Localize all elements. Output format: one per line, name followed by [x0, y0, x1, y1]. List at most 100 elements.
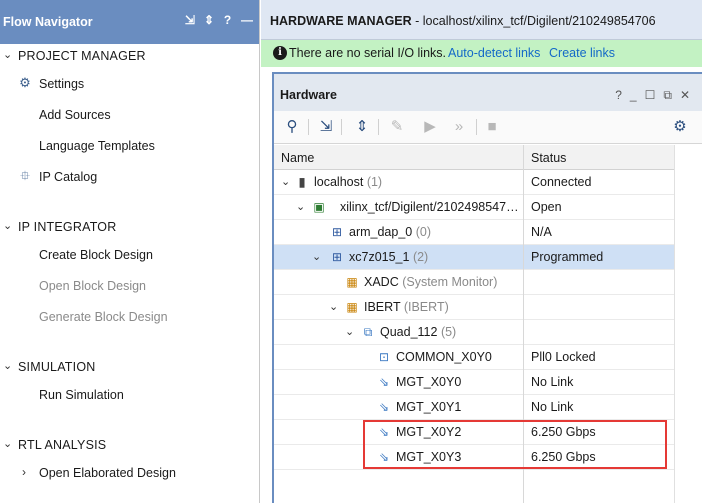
section-label: PROJECT MANAGER: [18, 49, 146, 63]
nav-item-language-templates[interactable]: Language Templates: [0, 136, 258, 156]
row-name-text: xc7z015_1: [349, 250, 410, 264]
tree-row-mgt-x0y3[interactable]: ⇘ MGT_X0Y3 6.250 Gbps: [274, 445, 674, 470]
row-name: localhost (1): [314, 175, 382, 189]
chevron-down-icon[interactable]: ⌄: [3, 437, 12, 450]
ip-catalog-icon: ⯐: [20, 168, 30, 183]
nav-item-create-block-design[interactable]: Create Block Design: [0, 245, 258, 265]
vertical-scrollbar[interactable]: [674, 145, 702, 503]
toolbar-separator: [341, 119, 342, 135]
flow-navigator-title: Flow Navigator: [3, 15, 93, 29]
tree-row-mgt-x0y2[interactable]: ⇘ MGT_X0Y2 6.250 Gbps: [274, 420, 674, 445]
gear-icon[interactable]: ⚙: [670, 117, 690, 137]
section-label: RTL ANALYSIS: [18, 438, 107, 452]
tree-row-target[interactable]: ⌄ ▣ xilinx_tcf/Digilent/2102498547… Open: [274, 195, 674, 220]
chevron-down-icon[interactable]: ⌄: [3, 219, 12, 232]
nav-item-open-elaborated-design[interactable]: › Open Elaborated Design: [0, 463, 258, 483]
table-header: Name Status: [274, 145, 702, 170]
flow-navigator-tools: ⇲ ⇕ ? —: [185, 13, 253, 27]
chevron-down-icon[interactable]: ⌄: [296, 200, 305, 213]
expand-all-icon[interactable]: ⇕: [352, 117, 372, 137]
tree-row-mgt-x0y0[interactable]: ⇘ MGT_X0Y0 No Link: [274, 370, 674, 395]
row-name-text: arm_dap_0: [349, 225, 413, 239]
chevron-down-icon[interactable]: ⌄: [3, 359, 12, 372]
row-name: xilinx_tcf/Digilent/2102498547…: [340, 200, 519, 214]
help-icon[interactable]: ?: [615, 88, 622, 103]
row-name-text: xilinx_tcf/Digilent/2102498547…: [340, 200, 519, 214]
nav-item-run-simulation[interactable]: Run Simulation: [0, 385, 258, 405]
mgt-icon: ⇘: [378, 425, 390, 439]
flow-navigator-header: Flow Navigator ⇲ ⇕ ? —: [0, 0, 259, 44]
row-status: 6.250 Gbps: [531, 425, 596, 439]
row-name-text: XADC: [364, 275, 399, 289]
quad-icon: ⧉: [363, 325, 373, 339]
row-name: MGT_X0Y2: [396, 425, 461, 439]
nav-item-generate-block-design: Generate Block Design: [0, 307, 258, 327]
minimize-icon[interactable]: —: [241, 13, 253, 27]
toolbar-separator: [378, 119, 379, 135]
nav-item-add-sources[interactable]: Add Sources: [0, 105, 258, 125]
chevron-down-icon[interactable]: ⌄: [345, 325, 354, 338]
section-simulation[interactable]: ⌄ SIMULATION: [0, 357, 258, 377]
close-icon[interactable]: ✕: [680, 88, 690, 103]
section-rtl-analysis[interactable]: ⌄ RTL ANALYSIS: [0, 435, 258, 455]
row-name-text: Quad_112: [380, 325, 438, 339]
hardware-panel-header: Hardware ? _ ☐ ⧉ ✕: [274, 74, 702, 111]
help-icon[interactable]: ?: [223, 13, 232, 27]
section-project-manager[interactable]: ⌄ PROJECT MANAGER: [0, 46, 258, 66]
nav-item-label: Open Elaborated Design: [39, 466, 176, 480]
minimize-icon[interactable]: _: [630, 88, 637, 103]
row-name-suffix: (5): [437, 325, 457, 339]
nav-item-open-block-design: Open Block Design: [0, 276, 258, 296]
program-device-icon: ✎: [390, 118, 404, 135]
row-name-text: MGT_X0Y2: [396, 425, 462, 439]
hardware-toolbar: ⚲ ⇲ ⇕ ✎ ▶ » ■ ⚙: [274, 111, 702, 144]
maximize-icon[interactable]: ☐: [645, 88, 656, 103]
chip-icon: ⊞: [331, 250, 343, 264]
row-name: Quad_112 (5): [380, 325, 456, 339]
chevron-down-icon[interactable]: ⌄: [329, 300, 338, 313]
tree-row-xadc[interactable]: ▦ XADC (System Monitor): [274, 270, 674, 295]
create-links-link[interactable]: Create links: [549, 46, 615, 60]
row-name-suffix: (System Monitor): [398, 275, 498, 289]
row-name: COMMON_X0Y0: [396, 350, 492, 364]
row-name: MGT_X0Y3: [396, 450, 461, 464]
hardware-panel: Hardware ? _ ☐ ⧉ ✕ ⚲ ⇲ ⇕ ✎ ▶ » ■ ⚙ Name: [272, 72, 702, 503]
row-name: IBERT (IBERT): [364, 300, 449, 314]
collapse-all-icon[interactable]: ⇲: [316, 117, 336, 137]
auto-detect-links-link[interactable]: Auto-detect links: [448, 46, 540, 60]
column-header-status[interactable]: Status: [531, 151, 566, 165]
collapse-all-icon[interactable]: ⇲: [185, 13, 195, 27]
expand-all-icon[interactable]: ⇕: [204, 13, 214, 27]
column-header-name[interactable]: Name: [281, 151, 314, 165]
chevron-down-icon[interactable]: ⌄: [3, 48, 12, 61]
stop-trigger-icon: ■: [487, 118, 497, 135]
nav-item-settings[interactable]: ⚙ Settings: [0, 74, 258, 94]
row-name-suffix: (2): [409, 250, 429, 264]
tree-row-localhost[interactable]: ⌄ ▮ localhost (1) Connected: [274, 170, 674, 195]
run-trigger-immediate-icon: »: [454, 118, 464, 135]
tree-row-quad-112[interactable]: ⌄ ⧉ Quad_112 (5): [274, 320, 674, 345]
section-ip-integrator[interactable]: ⌄ IP INTEGRATOR: [0, 217, 258, 237]
gear-icon: ⚙: [19, 75, 31, 90]
row-name-text: MGT_X0Y0: [396, 375, 462, 389]
nav-item-ip-catalog[interactable]: ⯐ IP Catalog: [0, 167, 258, 187]
tree-row-mgt-x0y1[interactable]: ⇘ MGT_X0Y1 No Link: [274, 395, 674, 420]
tree-row-ibert[interactable]: ⌄ ▦ IBERT (IBERT): [274, 295, 674, 320]
tree-row-arm-dap[interactable]: ⊞ arm_dap_0 (0) N/A: [274, 220, 674, 245]
nav-item-label: Generate Block Design: [39, 310, 168, 324]
search-icon[interactable]: ⚲: [282, 117, 302, 137]
chevron-down-icon[interactable]: ⌄: [281, 175, 290, 188]
hardware-manager: HARDWARE MANAGER - localhost/xilinx_tcf/…: [261, 0, 702, 503]
tree-row-common-x0y0[interactable]: ⊡ COMMON_X0Y0 Pll0 Locked: [274, 345, 674, 370]
mgt-icon: ⇘: [378, 375, 390, 389]
row-status: Open: [531, 200, 562, 214]
flow-navigator: Flow Navigator ⇲ ⇕ ? — ⌄ PROJECT MANAGER…: [0, 0, 260, 503]
tree-row-xc7z015[interactable]: ⌄ ⊞ xc7z015_1 (2) Programmed: [274, 245, 674, 270]
column-divider[interactable]: [523, 145, 524, 503]
chevron-right-icon[interactable]: ›: [22, 465, 26, 479]
float-icon[interactable]: ⧉: [663, 88, 672, 103]
chevron-down-icon[interactable]: ⌄: [312, 250, 321, 263]
board-icon: ▣: [313, 200, 325, 214]
section-label: SIMULATION: [18, 360, 96, 374]
mgt-icon: ⇘: [378, 450, 390, 464]
